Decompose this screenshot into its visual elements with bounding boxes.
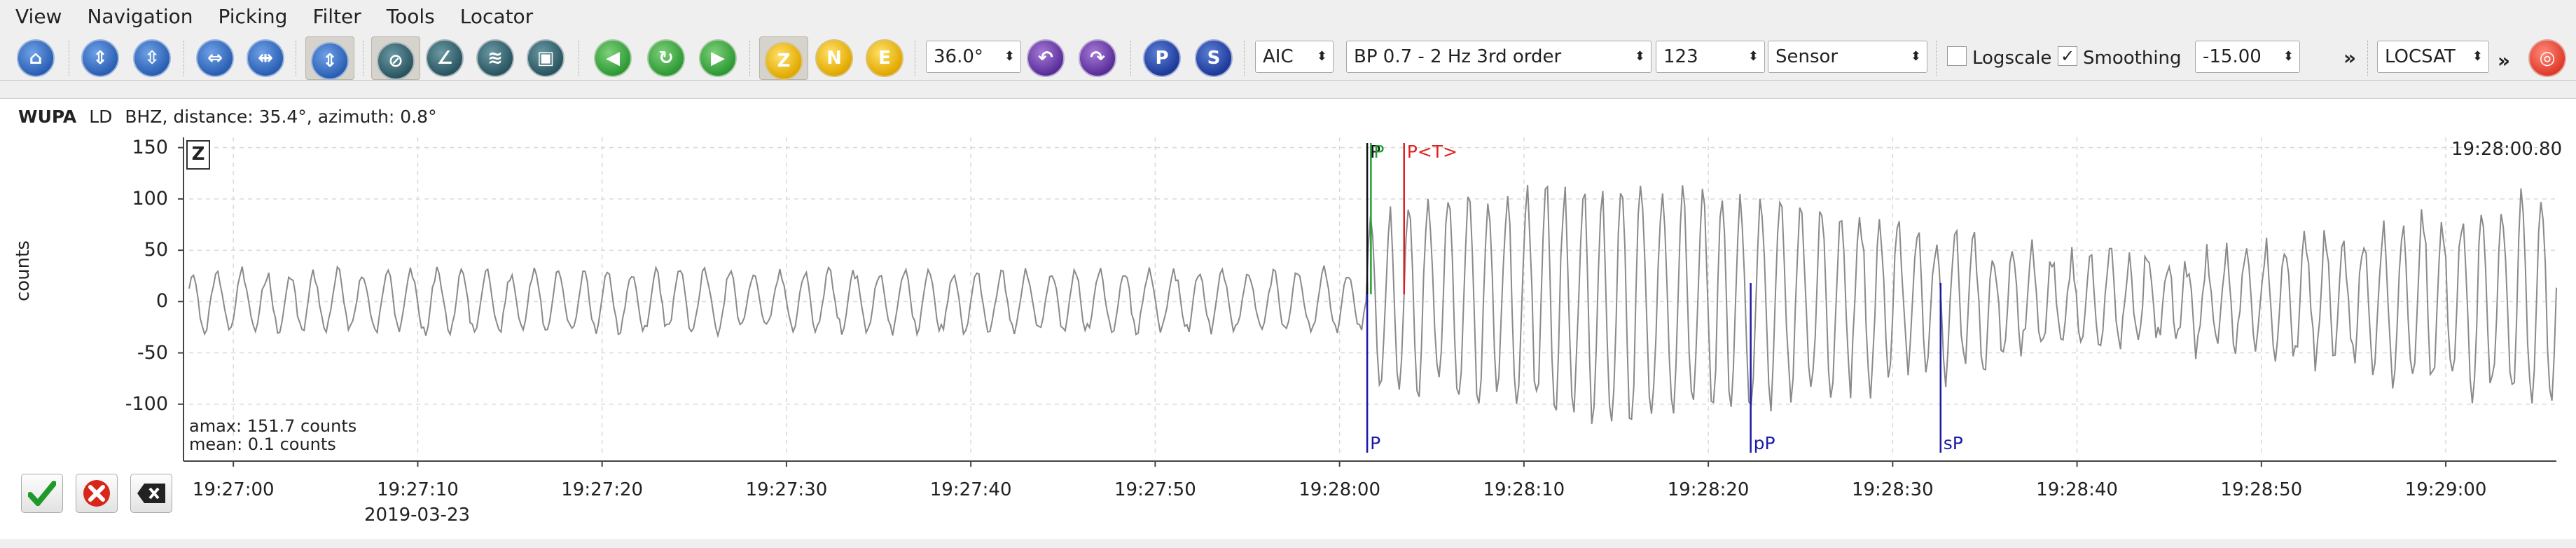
y-tick-text: 150 [132,136,168,158]
x-tick-label: 19:28:20 [1667,479,1750,500]
cursor-timestamp: 19:28:00.80 [2451,139,2563,160]
y-axis-label: counts [13,240,34,301]
pick-label[interactable]: P [1373,142,1384,162]
y-tick-text: 0 [155,290,168,313]
y-tick-text: -100 [125,392,168,415]
pick-label[interactable]: pP [1754,433,1775,453]
x-tick-label: 19:27:50 [1114,479,1196,500]
pick-label[interactable]: sP [1944,433,1963,453]
y-tick-text: 50 [144,239,168,261]
x-tick-label: 19:27:30 [745,479,828,500]
component-label: Z [186,140,210,170]
x-tick-label: 19:27:40 [929,479,1012,500]
y-tick-text: 100 [132,187,168,210]
backspace-icon [137,484,165,503]
x-tick-label: 19:28:40 [2036,479,2118,500]
seismogram-chart[interactable] [0,0,2576,548]
x-tick-label: 19:28:30 [1851,479,1934,500]
x-tick-label: 19:28:00 [1299,479,1380,500]
amax-text: amax: 151.7 counts [189,416,357,436]
pick-label[interactable]: P [1370,433,1380,453]
x-tick-label: 19:29:00 [2404,479,2487,500]
x-tick-label: 19:27:20 [561,479,644,500]
waveform-trace [188,185,2557,424]
x-tick-label: 19:27:00 [192,479,275,500]
reject-button[interactable] [76,474,118,513]
pick-label[interactable]: P<T> [1407,142,1457,162]
accept-button[interactable] [21,474,63,513]
x-tick-label: 19:27:10 [377,479,459,500]
mean-text: mean: 0.1 counts [189,434,336,454]
delete-button[interactable] [130,474,172,513]
trace-date: 2019-03-23 [364,505,471,526]
x-tick-label: 19:28:10 [1483,479,1565,500]
y-tick-text: -50 [137,341,168,364]
check-icon [28,481,56,506]
x-tick-label: 19:28:50 [2220,479,2303,500]
reject-icon [83,480,110,507]
